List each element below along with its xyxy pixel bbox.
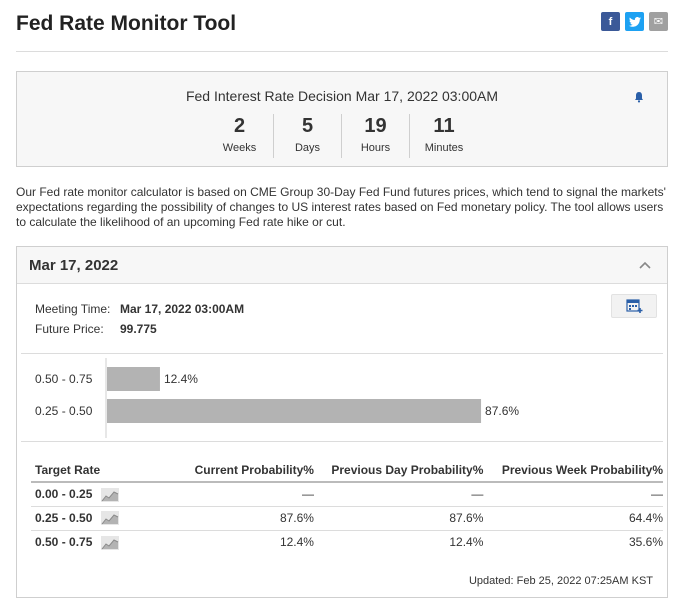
previous-week-probability-cell: 35.6%	[628, 535, 663, 550]
meeting-card-header[interactable]: Mar 17, 2022	[17, 247, 667, 284]
email-share-button[interactable]: ✉	[649, 12, 668, 31]
countdown-hours: 19 Hours	[342, 114, 410, 158]
sparkline-chart-icon[interactable]	[101, 511, 119, 526]
probability-table: Target Rate Current Probability% Previou…	[31, 458, 663, 554]
calendar-add-icon	[625, 298, 642, 313]
target-rate-cell: 0.00 - 0.25	[31, 482, 101, 507]
current-probability-cell: —	[181, 482, 314, 507]
header-target-rate: Target Rate	[31, 458, 181, 483]
sparkline-cell	[101, 530, 181, 554]
previous-week-probability-cell: 64.4%	[483, 506, 663, 531]
header-current-probability: Current Probability%	[181, 458, 314, 483]
meeting-card: Mar 17, 2022 Meeting Time: Mar 17, 2022 …	[16, 246, 668, 598]
countdown-value: 11	[433, 115, 455, 137]
tool-description: Our Fed rate monitor calculator is based…	[16, 185, 666, 229]
countdown-label: Hours	[360, 142, 391, 154]
twitter-icon	[628, 16, 641, 27]
share-buttons: f ✉	[601, 12, 668, 31]
countdown-days: 5 Days	[274, 114, 342, 158]
meeting-date-title: Mar 17, 2022	[29, 257, 119, 274]
bell-icon[interactable]	[633, 91, 645, 103]
current-probability-cell: 12.4%	[279, 535, 314, 550]
category-label: 0.50 - 0.75	[35, 372, 93, 386]
previous-day-probability-cell: 12.4%	[449, 535, 484, 550]
countdown-label: Minutes	[424, 142, 464, 154]
category-label: 0.25 - 0.50	[35, 404, 93, 418]
future-price-label: Future Price:	[35, 322, 104, 336]
page-header: Fed Rate Monitor Tool f ✉	[16, 12, 668, 52]
chevron-up-icon[interactable]	[639, 261, 651, 269]
countdown-label: Weeks	[222, 142, 257, 154]
previous-day-probability-cell: —	[313, 482, 484, 507]
countdown-panel: Fed Interest Rate Decision Mar 17, 2022 …	[16, 71, 668, 167]
table-row: 0.50 - 0.75 12.4% 12.4% 35.6%	[31, 530, 663, 554]
probability-bar-chart: 0.50 - 0.75 12.4% 0.25 - 0.50 87.6%	[35, 358, 519, 438]
sparkline-chart-icon[interactable]	[101, 535, 119, 550]
chart-divider	[21, 441, 663, 442]
sparkline-cell	[101, 482, 181, 507]
table-row: 0.00 - 0.25 — — —	[31, 482, 663, 507]
countdown-value: 2	[233, 115, 246, 137]
sparkline-chart-icon[interactable]	[101, 487, 119, 502]
bar-value-label: 12.4%	[164, 372, 198, 386]
future-price-value: 99.775	[120, 322, 157, 336]
countdown-timer: 2 Weeks 5 Days 19 Hours 11 Minutes	[17, 114, 667, 158]
future-price-row: Future Price: 99.775	[35, 319, 244, 339]
meeting-time-value: Mar 17, 2022 03:00AM	[120, 302, 245, 316]
meeting-time-label: Meeting Time:	[35, 302, 111, 316]
probability-bar	[107, 367, 160, 391]
countdown-weeks: 2 Weeks	[206, 114, 274, 158]
event-title: Fed Interest Rate Decision Mar 17, 2022 …	[185, 88, 499, 104]
countdown-value: 19	[364, 115, 387, 137]
updated-timestamp: Updated: Feb 25, 2022 07:25AM KST	[468, 575, 653, 587]
page-title: Fed Rate Monitor Tool	[16, 12, 237, 35]
meeting-meta: Meeting Time: Mar 17, 2022 03:00AM Futur…	[35, 299, 244, 339]
target-rate-cell: 0.50 - 0.75	[35, 535, 93, 550]
meeting-time-row: Meeting Time: Mar 17, 2022 03:00AM	[35, 299, 244, 319]
sparkline-cell	[101, 506, 181, 531]
countdown-value: 5	[301, 115, 314, 137]
add-to-calendar-button[interactable]	[611, 294, 657, 318]
target-rate-cell: 0.25 - 0.50	[31, 506, 101, 531]
countdown-label: Days	[294, 142, 321, 154]
bar-value-label: 87.6%	[485, 404, 519, 418]
table-header-row: Target Rate Current Probability% Previou…	[31, 458, 663, 483]
twitter-share-button[interactable]	[625, 12, 644, 31]
header-previous-week-probability: Previous Week Probability%	[483, 458, 663, 483]
table-row: 0.25 - 0.50 87.6% 87.6% 64.4%	[31, 506, 663, 531]
previous-day-probability-cell: 87.6%	[313, 506, 484, 531]
header-previous-day-probability: Previous Day Probability%	[313, 458, 484, 483]
current-probability-cell: 87.6%	[181, 506, 314, 531]
countdown-minutes: 11 Minutes	[410, 114, 478, 158]
previous-week-probability-cell: —	[483, 482, 663, 507]
facebook-share-button[interactable]: f	[601, 12, 620, 31]
probability-bar	[107, 399, 482, 423]
